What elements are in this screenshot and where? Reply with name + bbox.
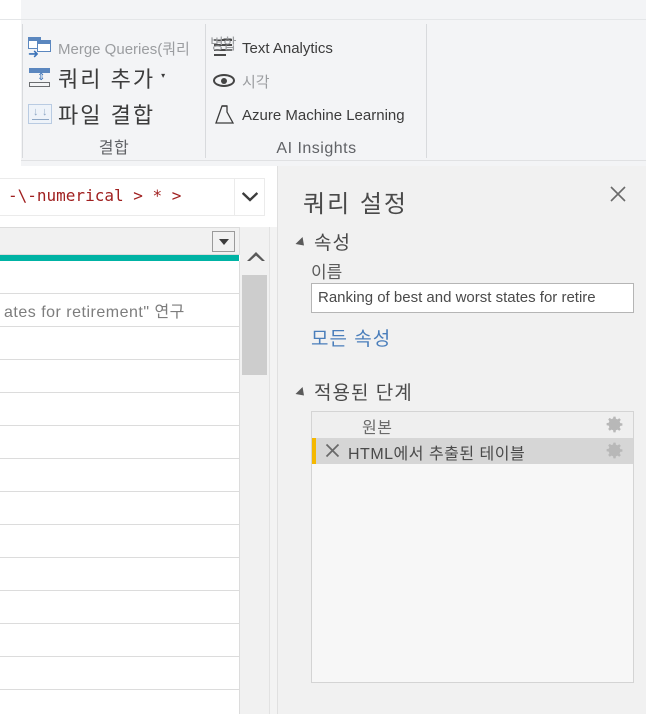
grid-row[interactable] bbox=[0, 492, 240, 525]
grid-row[interactable] bbox=[0, 393, 240, 426]
grid-row[interactable]: ates for retirement" 연구 bbox=[0, 294, 240, 327]
formula-text: -\-numerical > * > bbox=[8, 186, 182, 205]
ribbon-bottom-left-fill bbox=[0, 158, 21, 166]
grid-rows: ates for retirement" 연구 bbox=[0, 261, 240, 714]
grid-row[interactable] bbox=[0, 426, 240, 459]
applied-step-html-table[interactable]: HTML에서 추출된 테이블 bbox=[312, 438, 633, 464]
grid-row[interactable] bbox=[0, 690, 240, 714]
collapse-triangle-icon bbox=[295, 386, 308, 399]
azure-machine-learning-button[interactable]: Azure Machine Learning bbox=[212, 100, 405, 130]
scroll-up-icon[interactable] bbox=[245, 249, 267, 265]
close-query-settings-button[interactable] bbox=[604, 180, 632, 208]
selected-step-accent bbox=[312, 438, 316, 464]
merge-queries-icon: ➜ bbox=[28, 36, 54, 60]
ribbon-left-gap bbox=[0, 0, 21, 166]
all-properties-link[interactable]: 모든 속성 bbox=[311, 324, 391, 351]
collapse-triangle-icon bbox=[295, 236, 308, 249]
append-queries-icon: ⇕ bbox=[28, 66, 54, 90]
formula-expand-button[interactable] bbox=[235, 178, 265, 216]
eye-icon bbox=[212, 69, 238, 93]
grid-cell: ates for retirement" 연구 bbox=[4, 304, 185, 321]
column-filter-button[interactable] bbox=[212, 231, 235, 252]
combine-files-icon: ↓ ↓ bbox=[28, 102, 54, 126]
text-analytics-label: Text Analytics bbox=[242, 39, 333, 57]
merge-queries-label-overflow: 병합 bbox=[210, 36, 237, 53]
merge-queries-label: Merge Queries(쿼리 bbox=[58, 40, 190, 58]
scrollbar-edge bbox=[269, 227, 270, 714]
applied-step-label: 원본 bbox=[362, 420, 393, 437]
grid-row[interactable] bbox=[0, 360, 240, 393]
grid-row[interactable] bbox=[0, 558, 240, 591]
grid-row[interactable] bbox=[0, 525, 240, 558]
grid-row[interactable] bbox=[0, 261, 240, 294]
ribbon: ➜ Merge Queries(쿼리 병합 ⇕ 쿼리 추가 ▾ ↓ ↓ 파일 결… bbox=[0, 0, 646, 166]
flask-icon bbox=[212, 103, 238, 127]
close-icon bbox=[610, 186, 626, 202]
grid-row[interactable] bbox=[0, 591, 240, 624]
grid-row[interactable] bbox=[0, 459, 240, 492]
formula-input[interactable]: -\-numerical > * > bbox=[0, 178, 235, 216]
applied-step-label: HTML에서 추출된 테이블 bbox=[348, 446, 526, 463]
append-queries-button[interactable]: ⇕ 쿼리 추가 ▾ bbox=[28, 63, 165, 93]
delete-step-icon[interactable] bbox=[324, 442, 341, 459]
query-settings-title: 쿼리 설정 bbox=[303, 191, 408, 218]
chevron-down-icon[interactable]: ▾ bbox=[155, 71, 165, 80]
grid-row[interactable] bbox=[0, 327, 240, 360]
combine-files-button[interactable]: ↓ ↓ 파일 결합 bbox=[28, 99, 155, 129]
gear-icon[interactable] bbox=[606, 442, 623, 459]
power-query-editor-window: ➜ Merge Queries(쿼리 병합 ⇕ 쿼리 추가 ▾ ↓ ↓ 파일 결… bbox=[0, 0, 646, 714]
formula-bar: -\-numerical > * > bbox=[0, 178, 265, 216]
query-settings-pane: 쿼리 설정 속성 이름 Ranking of best and worst st… bbox=[277, 166, 646, 714]
filter-dropdown-icon bbox=[218, 238, 229, 245]
data-preview-pane: -\-numerical > * > ates for retirement" … bbox=[0, 166, 277, 714]
vision-button[interactable]: 시각 bbox=[212, 66, 270, 96]
applied-steps-list: 원본 HTML에서 추출된 테이블 bbox=[311, 411, 634, 683]
ribbon-top-divider bbox=[0, 19, 646, 20]
properties-section-header[interactable]: 속성 bbox=[295, 228, 351, 255]
data-grid: ates for retirement" 연구 bbox=[0, 227, 277, 714]
ribbon-group-label-combine: 결합 bbox=[98, 140, 130, 157]
applied-steps-section-label: 적용된 단계 bbox=[314, 383, 413, 404]
azure-machine-learning-label: Azure Machine Learning bbox=[242, 106, 405, 124]
merge-queries-button[interactable]: ➜ Merge Queries(쿼리 bbox=[28, 33, 220, 63]
query-name-input[interactable]: Ranking of best and worst states for ret… bbox=[311, 283, 634, 313]
combine-files-label: 파일 결합 bbox=[58, 103, 156, 128]
grid-column-header[interactable] bbox=[0, 227, 240, 255]
name-field-label: 이름 bbox=[311, 263, 343, 282]
grid-row[interactable] bbox=[0, 657, 240, 690]
grid-vertical-scrollbar[interactable] bbox=[240, 227, 277, 714]
append-queries-label: 쿼리 추가 bbox=[58, 67, 156, 92]
properties-section-label: 속성 bbox=[314, 233, 351, 254]
vision-label: 시각 bbox=[242, 73, 270, 91]
applied-steps-section-header[interactable]: 적용된 단계 bbox=[295, 378, 413, 405]
group-separator-right bbox=[426, 24, 427, 158]
applied-step-source[interactable]: 원본 bbox=[312, 412, 633, 438]
chevron-down-icon bbox=[241, 192, 258, 202]
gear-icon[interactable] bbox=[606, 416, 623, 433]
grid-row[interactable] bbox=[0, 624, 240, 657]
scrollbar-thumb[interactable] bbox=[242, 275, 267, 375]
ribbon-group-label-ai-insights: AI Insights bbox=[276, 140, 357, 157]
